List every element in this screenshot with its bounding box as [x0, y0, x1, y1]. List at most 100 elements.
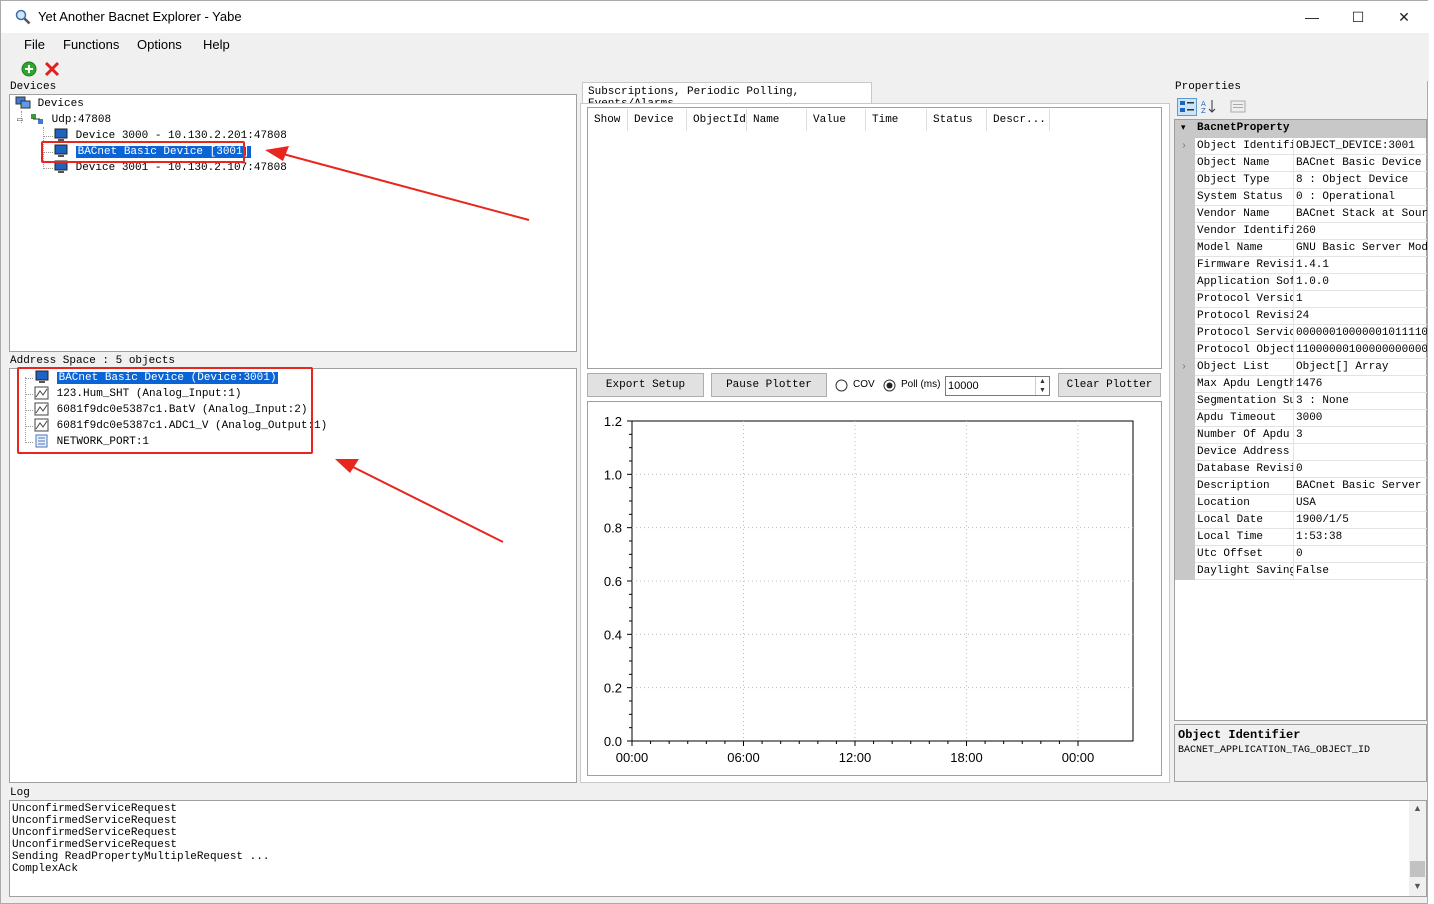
property-row[interactable]: › Object Identifi OBJECT_DEVICE:3001	[1175, 138, 1427, 155]
property-value[interactable]: BACnet Basic Device	[1293, 155, 1427, 172]
menu-help[interactable]: Help	[203, 37, 230, 52]
property-row[interactable]: Number Of Apdu R3	[1175, 427, 1427, 444]
property-value[interactable]: Object[] Array	[1293, 359, 1427, 376]
property-row[interactable]: DescriptionBACnet Basic Server Dev	[1175, 478, 1427, 495]
categorized-view-button[interactable]	[1177, 98, 1197, 116]
property-row[interactable]: Daylight Saving False	[1175, 563, 1427, 580]
property-value[interactable]: OBJECT_DEVICE:3001	[1293, 138, 1427, 155]
grid-column-header[interactable]: ObjectId	[687, 109, 747, 131]
add-device-icon[interactable]	[21, 61, 37, 77]
property-row[interactable]: Object Name BACnet Basic Device	[1175, 155, 1427, 172]
cov-radio[interactable]	[835, 379, 848, 392]
property-value[interactable]: False	[1293, 563, 1427, 580]
property-value[interactable]: 1.4.1	[1293, 257, 1427, 274]
property-row[interactable]: Device Address B	[1175, 444, 1427, 461]
clear-plotter-button[interactable]: Clear Plotter	[1058, 373, 1161, 397]
property-row[interactable]: Local Date 1900/1/5	[1175, 512, 1427, 529]
grid-column-header[interactable]: Device	[628, 109, 687, 131]
property-row[interactable]: Segmentation Sup 3 : None	[1175, 393, 1427, 410]
property-row[interactable]: Location USA	[1175, 495, 1427, 512]
annotation-box-device	[41, 141, 245, 163]
property-value[interactable]: 260	[1293, 223, 1427, 240]
tree-devices-root[interactable]: Devices	[15, 96, 84, 112]
property-row[interactable]: Max Apdu Length 1476	[1175, 376, 1427, 393]
remove-device-icon[interactable]	[44, 61, 60, 77]
poll-radio[interactable]	[883, 379, 896, 392]
menu-file[interactable]: File	[24, 37, 45, 52]
grid-column-header[interactable]: Value	[807, 109, 866, 131]
property-value[interactable]: GNU Basic Server Model	[1293, 240, 1427, 257]
property-value[interactable]: 3 : None	[1293, 393, 1427, 410]
y-tick-label: 0.4	[604, 627, 622, 642]
property-value[interactable]: 0	[1293, 461, 1427, 478]
property-row[interactable]: Firmware Revisi 1.4.1	[1175, 257, 1427, 274]
property-row[interactable]: Protocol Version 1	[1175, 291, 1427, 308]
menu-options[interactable]: Options	[137, 37, 182, 52]
property-value[interactable]: 3	[1293, 427, 1427, 444]
property-value[interactable]: 1.0.0	[1293, 274, 1427, 291]
property-value[interactable]: 1900/1/5	[1293, 512, 1427, 529]
export-setup-button[interactable]: Export Setup	[587, 373, 704, 397]
tree-udp-port[interactable]: ▭ Udp:47808	[17, 112, 111, 128]
property-value[interactable]: 3000	[1293, 410, 1427, 427]
property-row[interactable]: System Status 0 : Operational	[1175, 189, 1427, 206]
property-row[interactable]: Database Revisi 0	[1175, 461, 1427, 478]
property-value[interactable]: BACnet Stack at Source	[1293, 206, 1427, 223]
alphabetical-view-button[interactable]: AZ	[1200, 98, 1220, 116]
property-value[interactable]: 1	[1293, 291, 1427, 308]
property-value[interactable]	[1293, 444, 1427, 461]
property-row[interactable]: Utc Offset 0	[1175, 546, 1427, 563]
property-row[interactable]: Local Time 1:53:38	[1175, 529, 1427, 546]
property-value[interactable]: 1:53:38	[1293, 529, 1427, 546]
property-value[interactable]: 1476	[1293, 376, 1427, 393]
property-row[interactable]: Object Type 8 : Object Device	[1175, 172, 1427, 189]
property-value[interactable]: 8 : Object Device	[1293, 172, 1427, 189]
scroll-thumb[interactable]	[1410, 861, 1425, 877]
collapse-category-icon[interactable]: ▾	[1181, 122, 1186, 133]
grid-column-header[interactable]: Status	[927, 109, 987, 131]
property-row[interactable]: Vendor Identifi 260	[1175, 223, 1427, 240]
property-pages-button[interactable]	[1229, 98, 1249, 116]
category-header[interactable]: ▾ BacnetProperty	[1175, 120, 1426, 138]
network-computers-icon	[15, 96, 31, 109]
property-value[interactable]: 110000001000000000000000	[1293, 342, 1427, 359]
property-value[interactable]: USA	[1293, 495, 1427, 512]
tab-subscriptions[interactable]: Subscriptions, Periodic Polling, Events/…	[582, 82, 872, 110]
property-row[interactable]: Vendor Name BACnet Stack at Source	[1175, 206, 1427, 223]
scroll-up-icon[interactable]: ▲	[1413, 803, 1422, 813]
poll-spinner[interactable]: ▲ ▼	[1035, 377, 1049, 395]
property-row[interactable]: Apdu Timeout 3000	[1175, 410, 1427, 427]
scroll-down-icon[interactable]: ▼	[1413, 881, 1422, 891]
property-value[interactable]: 0 : Operational	[1293, 189, 1427, 206]
property-value[interactable]: 000000100000010111100100	[1293, 325, 1427, 342]
subscriptions-grid[interactable]	[587, 107, 1162, 369]
udp-port-label: Udp:47808	[51, 114, 112, 126]
property-value[interactable]: 24	[1293, 308, 1427, 325]
property-value[interactable]: 0	[1293, 546, 1427, 563]
poll-interval-input[interactable]: 10000 ▲ ▼	[945, 376, 1050, 396]
property-row[interactable]: Protocol Servic000000100000010111100100	[1175, 325, 1427, 342]
grid-column-header[interactable]: Time	[866, 109, 927, 131]
collapse-icon[interactable]: ▭	[17, 115, 22, 125]
property-row[interactable]: Model Name GNU Basic Server Model	[1175, 240, 1427, 257]
property-name: Database Revisi	[1195, 461, 1293, 478]
expand-chevron-icon[interactable]: ›	[1181, 359, 1187, 376]
log-textbox[interactable]	[9, 800, 1427, 897]
grid-column-header[interactable]: Show	[588, 109, 628, 131]
grid-column-header[interactable]: Descr...	[987, 109, 1050, 131]
pause-plotter-button[interactable]: Pause Plotter	[711, 373, 827, 397]
grid-column-header[interactable]: Name	[747, 109, 807, 131]
y-tick-label: 0.6	[604, 574, 622, 589]
expand-chevron-icon[interactable]: ›	[1181, 138, 1187, 155]
property-row[interactable]: Application Sof 1.0.0	[1175, 274, 1427, 291]
menu-functions[interactable]: Functions	[63, 37, 119, 52]
property-row[interactable]: › Object List Object[] Array	[1175, 359, 1427, 376]
log-scrollbar[interactable]: ▲ ▼	[1409, 801, 1426, 896]
property-value[interactable]: BACnet Basic Server Dev	[1293, 478, 1427, 495]
property-row[interactable]: Protocol Revisi 24	[1175, 308, 1427, 325]
maximize-button[interactable]: ☐	[1335, 1, 1381, 33]
property-name: Utc Offset	[1195, 546, 1293, 563]
close-button[interactable]: ✕	[1381, 1, 1427, 33]
property-row[interactable]: Protocol Object110000001000000000000000	[1175, 342, 1427, 359]
minimize-button[interactable]: —	[1289, 1, 1335, 33]
